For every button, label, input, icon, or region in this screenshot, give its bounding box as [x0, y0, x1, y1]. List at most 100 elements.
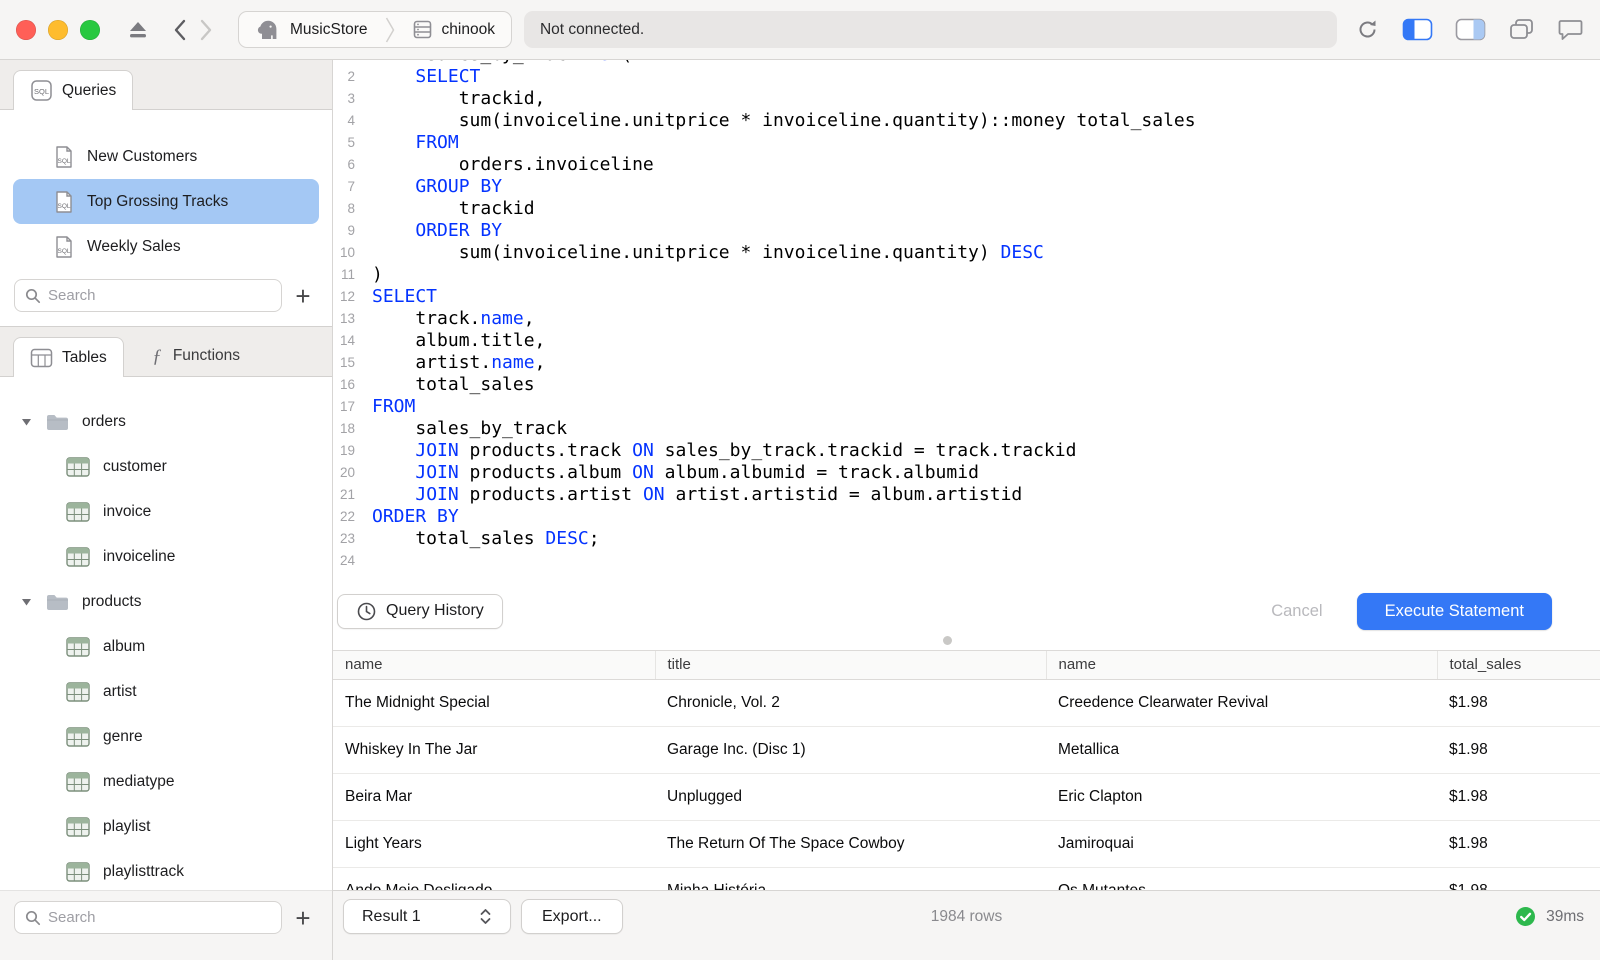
add-query-button[interactable]: + — [288, 281, 318, 311]
eject-icon — [126, 19, 150, 41]
query-item[interactable]: SQL Weekly Sales — [13, 224, 319, 269]
line-number: 19 — [339, 443, 355, 458]
code-line: 23 total_sales DESC; — [333, 528, 1600, 550]
tables-tabstrip: Tables ƒ Functions — [0, 327, 332, 377]
toggle-left-sidebar-button[interactable] — [1402, 17, 1433, 42]
table-item[interactable]: invoiceline — [0, 534, 332, 579]
code-text: ORDER BY — [415, 220, 503, 241]
line-number: 7 — [347, 179, 355, 194]
results-cell: $1.98 — [1437, 820, 1600, 868]
results-column-header[interactable]: name — [333, 651, 656, 680]
tab-functions[interactable]: ƒ Functions — [136, 336, 254, 376]
query-history-button[interactable]: Query History — [337, 593, 503, 629]
execution-status: 39ms — [1514, 905, 1584, 928]
back-button[interactable] — [172, 18, 188, 42]
code-line: 12 SELECT — [333, 286, 1600, 308]
line-number: 12 — [339, 289, 355, 304]
line-number: 3 — [347, 91, 355, 106]
schema-folder-item[interactable]: products — [0, 579, 332, 624]
close-icon[interactable] — [16, 19, 36, 40]
table-item[interactable]: genre — [0, 714, 332, 759]
disclosure-triangle-icon[interactable] — [20, 595, 33, 608]
feedback-button[interactable] — [1557, 17, 1584, 42]
eject-button[interactable] — [126, 19, 150, 41]
line-number: 2 — [347, 69, 355, 84]
tables-search-section: + — [0, 890, 332, 960]
code-line: 17 FROM — [333, 396, 1600, 418]
results-column-header[interactable]: total_sales — [1437, 651, 1600, 680]
breadcrumb: MusicStore chinook — [238, 11, 512, 48]
left-sidebar-toggle-icon — [1402, 17, 1433, 42]
results-cell: Jamiroquai — [1046, 820, 1437, 868]
query-list: SQL New Customers SQL Top Grossing Tracks SQ… — [0, 110, 332, 271]
code-text: orders.invoiceline — [372, 154, 654, 175]
pane-splitter-handle[interactable] — [942, 636, 952, 645]
results-row[interactable]: Whiskey In The Jar Garage Inc. (Disc 1) Me… — [333, 726, 1600, 774]
code-text: JOIN products.track ON sales_by_track.tr… — [415, 440, 1077, 461]
results-column-header[interactable]: name — [1046, 651, 1438, 680]
line-number: 14 — [339, 333, 355, 348]
table-item[interactable]: mediatype — [0, 759, 332, 804]
row-count: 1984 rows — [930, 908, 1003, 925]
queries-tabstrip: SQL Queries — [0, 60, 332, 110]
tab-queries[interactable]: SQL Queries — [13, 70, 134, 110]
results-row[interactable]: Beira Mar Unplugged Eric Clapton $1.98 — [333, 773, 1600, 821]
query-item[interactable]: SQL New Customers — [13, 134, 319, 179]
zoom-icon[interactable] — [80, 19, 100, 40]
table-label: artist — [103, 682, 137, 700]
tables-search-input[interactable] — [48, 909, 271, 926]
table-icon — [66, 771, 90, 792]
table-item[interactable]: invoice — [0, 489, 332, 534]
tables-search-row: + — [0, 893, 332, 948]
disclosure-triangle-icon[interactable] — [20, 415, 33, 428]
results-column-header[interactable]: title — [655, 651, 1047, 680]
results-cell: $1.98 — [1437, 773, 1600, 821]
svg-text:SQL: SQL — [57, 203, 70, 210]
queries-search-input[interactable] — [48, 287, 271, 304]
line-number: 21 — [339, 487, 355, 502]
results-header-row: name title name total_sales — [333, 651, 1600, 680]
elephant-icon — [255, 19, 281, 41]
cancel-button[interactable]: Cancel — [1261, 594, 1332, 629]
function-icon: ƒ — [150, 345, 164, 367]
tab-tables[interactable]: Tables — [13, 337, 124, 377]
table-item[interactable]: album — [0, 624, 332, 669]
breadcrumb-database[interactable]: chinook — [396, 12, 511, 47]
toggle-right-panel-button[interactable] — [1455, 17, 1486, 42]
query-item[interactable]: SQL Top Grossing Tracks — [13, 179, 319, 224]
results-cell: $1.98 — [1437, 679, 1600, 727]
minimize-icon[interactable] — [48, 19, 68, 40]
table-item[interactable]: artist — [0, 669, 332, 714]
chat-bubble-icon — [1557, 17, 1584, 42]
table-label: genre — [103, 727, 143, 745]
results-cell: Ando Meio Desligado — [333, 867, 655, 890]
database-icon — [412, 19, 433, 40]
execute-statement-button[interactable]: Execute Statement — [1356, 592, 1552, 630]
results-row[interactable]: Light Years The Return Of The Space Cowbo… — [333, 820, 1600, 868]
results-row[interactable]: Ando Meio Desligado Minha História Os Muta… — [333, 867, 1600, 890]
breadcrumb-server[interactable]: MusicStore — [239, 12, 384, 47]
table-icon — [66, 726, 90, 747]
add-table-button[interactable]: + — [288, 903, 318, 933]
query-item-label: Weekly Sales — [87, 237, 181, 255]
table-item[interactable]: playlisttrack — [0, 849, 332, 894]
windows-button[interactable] — [1508, 17, 1535, 42]
table-item[interactable]: playlist — [0, 804, 332, 849]
tables-tree: orders customer invoice invoiceline products… — [0, 377, 332, 955]
tab-tables-label: Tables — [62, 348, 107, 366]
forward-button[interactable] — [198, 18, 214, 42]
queries-search-row: + — [0, 271, 332, 326]
right-panel-toggle-icon — [1455, 17, 1486, 42]
results-row[interactable]: The Midnight Special Chronicle, Vol. 2 Cre… — [333, 679, 1600, 727]
results-cell: Beira Mar — [333, 773, 655, 821]
schema-folder-item[interactable]: orders — [0, 399, 332, 444]
sql-badge-icon: SQL — [30, 79, 53, 102]
sql-editor[interactable]: 1WITH sales_by_track AS (2 SELECT3 track… — [333, 60, 1600, 580]
results-cell: Metallica — [1046, 726, 1437, 774]
code-text: total_sales DESC; — [372, 528, 600, 549]
breadcrumb-separator-icon — [384, 12, 396, 47]
refresh-button[interactable] — [1355, 17, 1380, 42]
code-text: SELECT — [415, 66, 481, 87]
table-item[interactable]: customer — [0, 444, 332, 489]
folder-label: products — [82, 592, 142, 610]
